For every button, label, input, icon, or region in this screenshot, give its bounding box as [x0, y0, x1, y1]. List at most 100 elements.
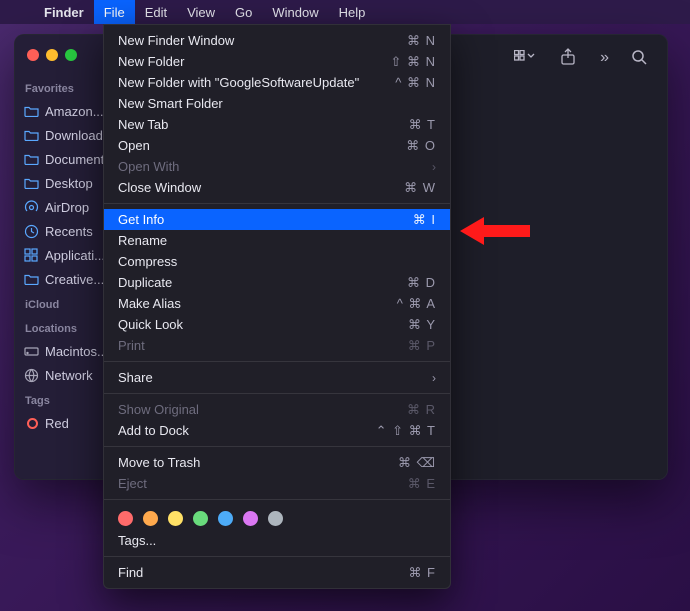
menu-item-shortcut: ⌘ W	[404, 180, 436, 196]
menu-item[interactable]: Get Info ⌘ I	[104, 209, 450, 230]
menubar-item-edit[interactable]: Edit	[135, 0, 177, 24]
menu-separator	[104, 446, 450, 447]
menu-item-label: New Folder with "GoogleSoftwareUpdate"	[118, 75, 359, 90]
menu-item-label: Duplicate	[118, 275, 172, 290]
share-icon[interactable]	[560, 48, 576, 69]
menu-item-shortcut: ⌘ F	[408, 565, 436, 581]
menu-item-label: Rename	[118, 233, 167, 248]
globe-icon	[23, 367, 39, 383]
sidebar-item-label: Desktop	[45, 176, 93, 191]
menu-item-shortcut: ⌘ ⌫	[398, 455, 436, 471]
menu-item-shortcut: ^ ⌘ N	[395, 75, 436, 91]
sidebar-item-label: AirDrop	[45, 200, 89, 215]
menu-item[interactable]: New Finder Window ⌘ N	[104, 30, 450, 51]
menu-item[interactable]: Duplicate ⌘ D	[104, 272, 450, 293]
tag-color-dot[interactable]	[243, 511, 258, 526]
menu-item[interactable]: Compress	[104, 251, 450, 272]
menu-separator	[104, 203, 450, 204]
menu-item-shortcut: ⌘ Y	[408, 317, 436, 333]
menu-separator	[104, 499, 450, 500]
menubar-item-window[interactable]: Window	[262, 0, 328, 24]
menu-item[interactable]: Share ›	[104, 367, 450, 388]
zoom-button[interactable]	[65, 49, 77, 61]
menu-item[interactable]: Make Alias ^ ⌘ A	[104, 293, 450, 314]
disk-icon	[23, 343, 39, 359]
menu-item-label: Share	[118, 370, 153, 385]
menu-tag-colors	[104, 505, 450, 530]
folder-icon	[23, 151, 39, 167]
menu-item[interactable]: Add to Dock ⌃ ⇧ ⌘ T	[104, 420, 450, 441]
menu-item[interactable]: New Folder⇧ ⌘ N	[104, 51, 450, 72]
menu-item[interactable]: New Tab ⌘ T	[104, 114, 450, 135]
menu-item-shortcut: ⌘ T	[409, 117, 436, 133]
menubar-item-view[interactable]: View	[177, 0, 225, 24]
menu-item-shortcut: ⌃ ⇧ ⌘ T	[376, 423, 436, 439]
view-options-icon[interactable]	[514, 50, 536, 67]
menu-item[interactable]: Tags...	[104, 530, 450, 551]
menu-item: Print⌘ P	[104, 335, 450, 356]
sidebar-item-label: Macintos..	[45, 344, 104, 359]
menu-item-label: Add to Dock	[118, 423, 189, 438]
menu-item-label: Make Alias	[118, 296, 181, 311]
file-menu-dropdown: New Finder Window⌘ NNew Folder⇧ ⌘ NNew F…	[103, 24, 451, 589]
menu-separator	[104, 361, 450, 362]
tag-color-dot[interactable]	[218, 511, 233, 526]
menu-item[interactable]: Rename	[104, 230, 450, 251]
menu-item-shortcut: ⌘ N	[407, 33, 436, 49]
menubar-item-go[interactable]: Go	[225, 0, 262, 24]
tag-color-dot[interactable]	[118, 511, 133, 526]
menu-item-shortcut: ^ ⌘ A	[397, 296, 436, 312]
menu-separator	[104, 556, 450, 557]
menu-item[interactable]: Open⌘ O	[104, 135, 450, 156]
sidebar-item-label: Document	[45, 152, 104, 167]
menu-item-label: New Tab	[118, 117, 168, 132]
menu-item-shortcut: ⌘ I	[413, 212, 436, 228]
sidebar-item-label: Red	[45, 416, 69, 431]
sidebar-item-label: Amazon...	[45, 104, 104, 119]
menu-item-label: New Finder Window	[118, 33, 234, 48]
menu-item-shortcut: ⌘ R	[407, 402, 436, 418]
tag-color-dot[interactable]	[268, 511, 283, 526]
minimize-button[interactable]	[46, 49, 58, 61]
menu-item[interactable]: New Smart Folder	[104, 93, 450, 114]
clock-icon	[23, 223, 39, 239]
menu-item-shortcut: ⌘ P	[408, 338, 436, 354]
sidebar-item-label: Download	[45, 128, 103, 143]
sidebar-item-label: Recents	[45, 224, 93, 239]
menu-item[interactable]: Quick Look⌘ Y	[104, 314, 450, 335]
folder-icon	[23, 271, 39, 287]
menu-item[interactable]: Move to Trash⌘ ⌫	[104, 452, 450, 473]
menu-item-shortcut: ⌘ O	[406, 138, 436, 154]
tag-icon	[23, 415, 39, 431]
menu-item-label: Compress	[118, 254, 177, 269]
menu-item[interactable]: Find ⌘ F	[104, 562, 450, 583]
menubar-item-help[interactable]: Help	[329, 0, 376, 24]
sidebar-item-label: Applicati...	[45, 248, 105, 263]
menu-item-label: Get Info	[118, 212, 164, 227]
annotation-arrow	[460, 215, 530, 250]
menu-item-shortcut: ⌘ D	[407, 275, 436, 291]
menu-item-label: Find	[118, 565, 143, 580]
menu-item-shortcut: ⌘ E	[408, 476, 436, 492]
menu-item-label: Tags...	[118, 533, 156, 548]
more-icon[interactable]: »	[600, 49, 607, 67]
chevron-right-icon: ›	[432, 160, 436, 174]
tag-color-dot[interactable]	[143, 511, 158, 526]
menu-item-shortcut: ⇧ ⌘ N	[390, 54, 436, 70]
menu-item[interactable]: New Folder with "GoogleSoftwareUpdate" ^ …	[104, 72, 450, 93]
menu-item-label: Show Original	[118, 402, 199, 417]
sidebar-item-label: Creative...	[45, 272, 104, 287]
menu-item[interactable]: Close Window⌘ W	[104, 177, 450, 198]
tag-color-dot[interactable]	[168, 511, 183, 526]
menu-item: Open With ›	[104, 156, 450, 177]
close-button[interactable]	[27, 49, 39, 61]
menubar-item-file[interactable]: File	[94, 0, 135, 24]
menu-item: Show Original ⌘ R	[104, 399, 450, 420]
menubar-app-name[interactable]: Finder	[34, 0, 94, 24]
menu-item-label: Open With	[118, 159, 179, 174]
menu-item-label: Eject	[118, 476, 147, 491]
chevron-right-icon: ›	[432, 371, 436, 385]
sidebar-item-label: Network	[45, 368, 93, 383]
tag-color-dot[interactable]	[193, 511, 208, 526]
search-icon[interactable]	[631, 49, 647, 68]
